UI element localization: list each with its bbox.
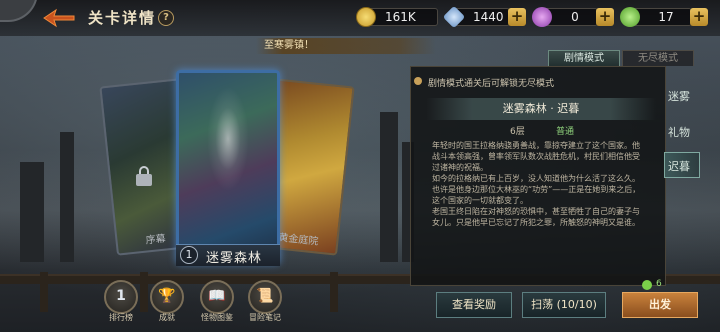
level-card-misty-forest[interactable] [176,70,280,264]
gold-coin-icon [356,7,376,27]
leaderboard-button[interactable]: 1 [104,280,138,314]
resource-stamina-value: 17 [658,10,674,24]
info-icon [414,77,422,85]
bridge-post [40,272,48,312]
story-text: 年轻时的国王拉格纳骁勇善战，靠掠夺建立了这个国家。他 战斗本领高强，曾率领军队数… [432,140,656,228]
side-option-mist[interactable]: 迷雾 [668,88,690,104]
main-card-name: 迷雾森林 [206,251,263,266]
bridge-post [140,272,148,312]
resource-stamina: 17 + [620,7,710,27]
scenery-tower [60,132,74,262]
view-rewards-button[interactable]: 查看奖励 [436,292,512,318]
page-title: 关卡详情 [88,9,157,27]
leaderboard-label: 排行榜 [109,313,133,322]
floor-count: 6层 [510,127,525,137]
depart-button[interactable]: 出发 [622,292,698,318]
rune-plus-button[interactable]: + [596,8,614,26]
diamond-plus-button[interactable]: + [508,8,526,26]
trophy-icon: 🏆 [158,288,176,304]
tab-story-mode[interactable]: 剧情模式 [548,50,620,66]
unlock-tip: 剧情模式通关后可解锁无尽模式 [428,79,555,89]
resource-diamond: 1440 + [442,5,526,29]
back-arrow-icon[interactable] [42,8,76,28]
sweep-button[interactable]: 扫荡 (10/10) [522,292,606,318]
bridge-post [330,272,338,312]
side-option-gift[interactable]: 礼物 [668,124,690,140]
scenery-tower [20,162,44,262]
resource-gold-value: 161K [385,10,416,24]
stamina-cost: 6 [656,279,662,289]
monster-codex-label: 怪物图鉴 [201,313,233,322]
story-line: 如今的拉格纳已有上百岁，没人知道他为什么活了这么久。 [432,174,640,183]
help-icon[interactable]: ? [158,10,174,26]
resource-rune-value: 0 [571,10,579,24]
difficulty-label: 普通 [556,127,575,137]
resource-diamond-value: 1440 [473,10,504,24]
rank-icon: 1 [116,288,126,304]
stamina-plus-button[interactable]: + [690,8,708,26]
monster-codex-button[interactable]: 📖 [200,280,234,314]
book-icon: 📖 [208,288,226,304]
story-line: 女儿。只是他早已忘记了所犯之罪，所触怒的神明又是谁。 [432,218,640,227]
story-line: 这个国家的一切就都变了。 [432,196,528,205]
achievements-label: 成就 [159,313,175,322]
scenery-tower [380,112,398,262]
stamina-cost-icon [642,280,652,290]
story-line: 老国王终日陷在对神怒的恐惧中，甚至牺牲了自己的妻子与 [432,207,640,216]
resource-gold-pill: 161K [366,8,438,26]
level-title: 迷雾森林 · 迟暮 [426,98,656,120]
rune-icon [532,7,552,27]
main-card-number: 1 [180,246,198,264]
story-line: 过诸神的祝福。 [432,163,488,172]
tab-endless-label: 无尽模式 [638,53,678,64]
side-option-dusk[interactable]: 迟暮 [668,158,690,174]
lock-body [136,174,152,186]
story-line: 战斗本领高强，曾率领军队数次战胜危机，村民们相信他受 [432,152,640,161]
story-line: 年轻时的国王拉格纳骁勇善战，靠掠夺建立了这个国家。他 [432,141,640,150]
achievements-button[interactable]: 🏆 [150,280,184,314]
story-line: 也许是他身边那位大林巫的“功劳”——正是在她到来之后， [432,185,641,194]
scroll-icon: 📜 [256,288,274,304]
tab-endless-mode[interactable]: 无尽模式 [622,50,694,66]
adventure-notes-button[interactable]: 📜 [248,280,282,314]
resource-gold: 161K [356,7,438,27]
scrolling-banner: 至寒雾镇！ [256,38,436,54]
adventure-notes-label: 冒险笔记 [249,313,281,322]
resource-rune: 0 + [532,7,614,27]
lock-icon [136,166,152,186]
stamina-icon [620,7,640,27]
